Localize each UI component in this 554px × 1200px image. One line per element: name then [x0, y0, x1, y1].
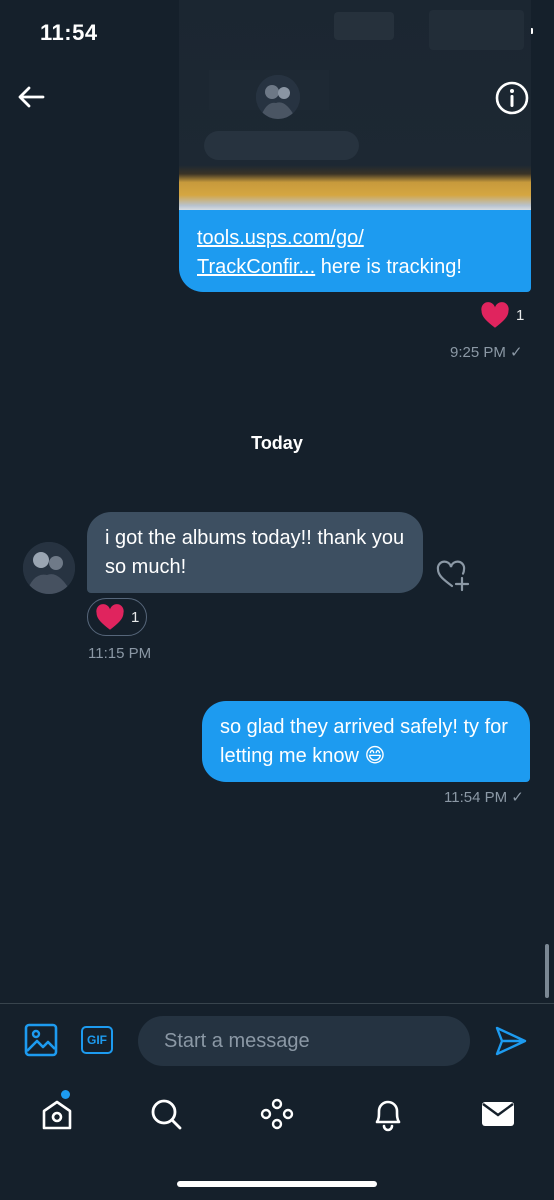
- image-icon: [24, 1023, 58, 1057]
- conversation-name-redacted: [204, 131, 359, 160]
- arrow-left-icon: [18, 86, 45, 108]
- sent-message-bubble[interactable]: so glad they arrived safely! ty for lett…: [202, 701, 530, 782]
- tab-spaces[interactable]: [257, 1094, 297, 1134]
- back-button[interactable]: [14, 82, 48, 112]
- sent-message-bubble[interactable]: tools.usps.com/go/ TrackConfir... here i…: [179, 210, 531, 292]
- message-timestamp: 11:54 PM ✓: [444, 789, 524, 806]
- tab-search[interactable]: [146, 1094, 186, 1134]
- sender-avatar[interactable]: [23, 542, 75, 594]
- message-input[interactable]: Start a message: [138, 1016, 470, 1066]
- scrollbar[interactable]: [545, 944, 549, 998]
- home-icon: [42, 1100, 72, 1130]
- heart-filled-icon: [481, 302, 509, 328]
- conversation-avatar[interactable]: [256, 75, 300, 119]
- add-reaction-button[interactable]: [435, 558, 471, 592]
- search-icon: [151, 1099, 182, 1130]
- tab-notifications[interactable]: [368, 1094, 408, 1134]
- message-text: so glad they arrived safely! ty for lett…: [220, 716, 508, 767]
- notifications-icon: [375, 1100, 401, 1132]
- media-button[interactable]: [24, 1023, 58, 1057]
- reaction-summary[interactable]: 1: [480, 302, 524, 329]
- link-preview-image[interactable]: [179, 0, 531, 212]
- tab-home[interactable]: [37, 1094, 77, 1134]
- send-icon: [495, 1026, 527, 1056]
- message-text: here is tracking!: [315, 256, 462, 278]
- message-timestamp: 11:15 PM: [88, 645, 152, 662]
- info-circle-icon: [495, 81, 529, 115]
- gif-button[interactable]: GIF: [81, 1026, 113, 1054]
- spaces-icon: [260, 1098, 294, 1130]
- reaction-summary[interactable]: 1: [87, 598, 147, 636]
- send-button[interactable]: [494, 1024, 528, 1058]
- info-button[interactable]: [494, 80, 530, 116]
- tracking-link[interactable]: tools.usps.com/go/: [197, 227, 364, 249]
- status-time: 11:54: [40, 20, 98, 45]
- tracking-link-continued[interactable]: TrackConfir...: [197, 256, 315, 278]
- received-message-bubble[interactable]: i got the albums today!! thank you so mu…: [87, 512, 423, 593]
- reaction-count: 1: [516, 307, 525, 324]
- home-indicator: [177, 1181, 377, 1187]
- heart-plus-icon: [436, 560, 470, 592]
- messages-icon: [482, 1102, 514, 1126]
- day-divider: Today: [251, 433, 303, 453]
- home-notification-dot: [61, 1090, 70, 1099]
- reaction-count: 1: [131, 608, 140, 626]
- message-timestamp: 9:25 PM ✓: [450, 344, 523, 361]
- heart-filled-icon: [96, 603, 124, 630]
- tab-messages[interactable]: [478, 1094, 518, 1134]
- message-text: i got the albums today!! thank you so mu…: [105, 527, 405, 578]
